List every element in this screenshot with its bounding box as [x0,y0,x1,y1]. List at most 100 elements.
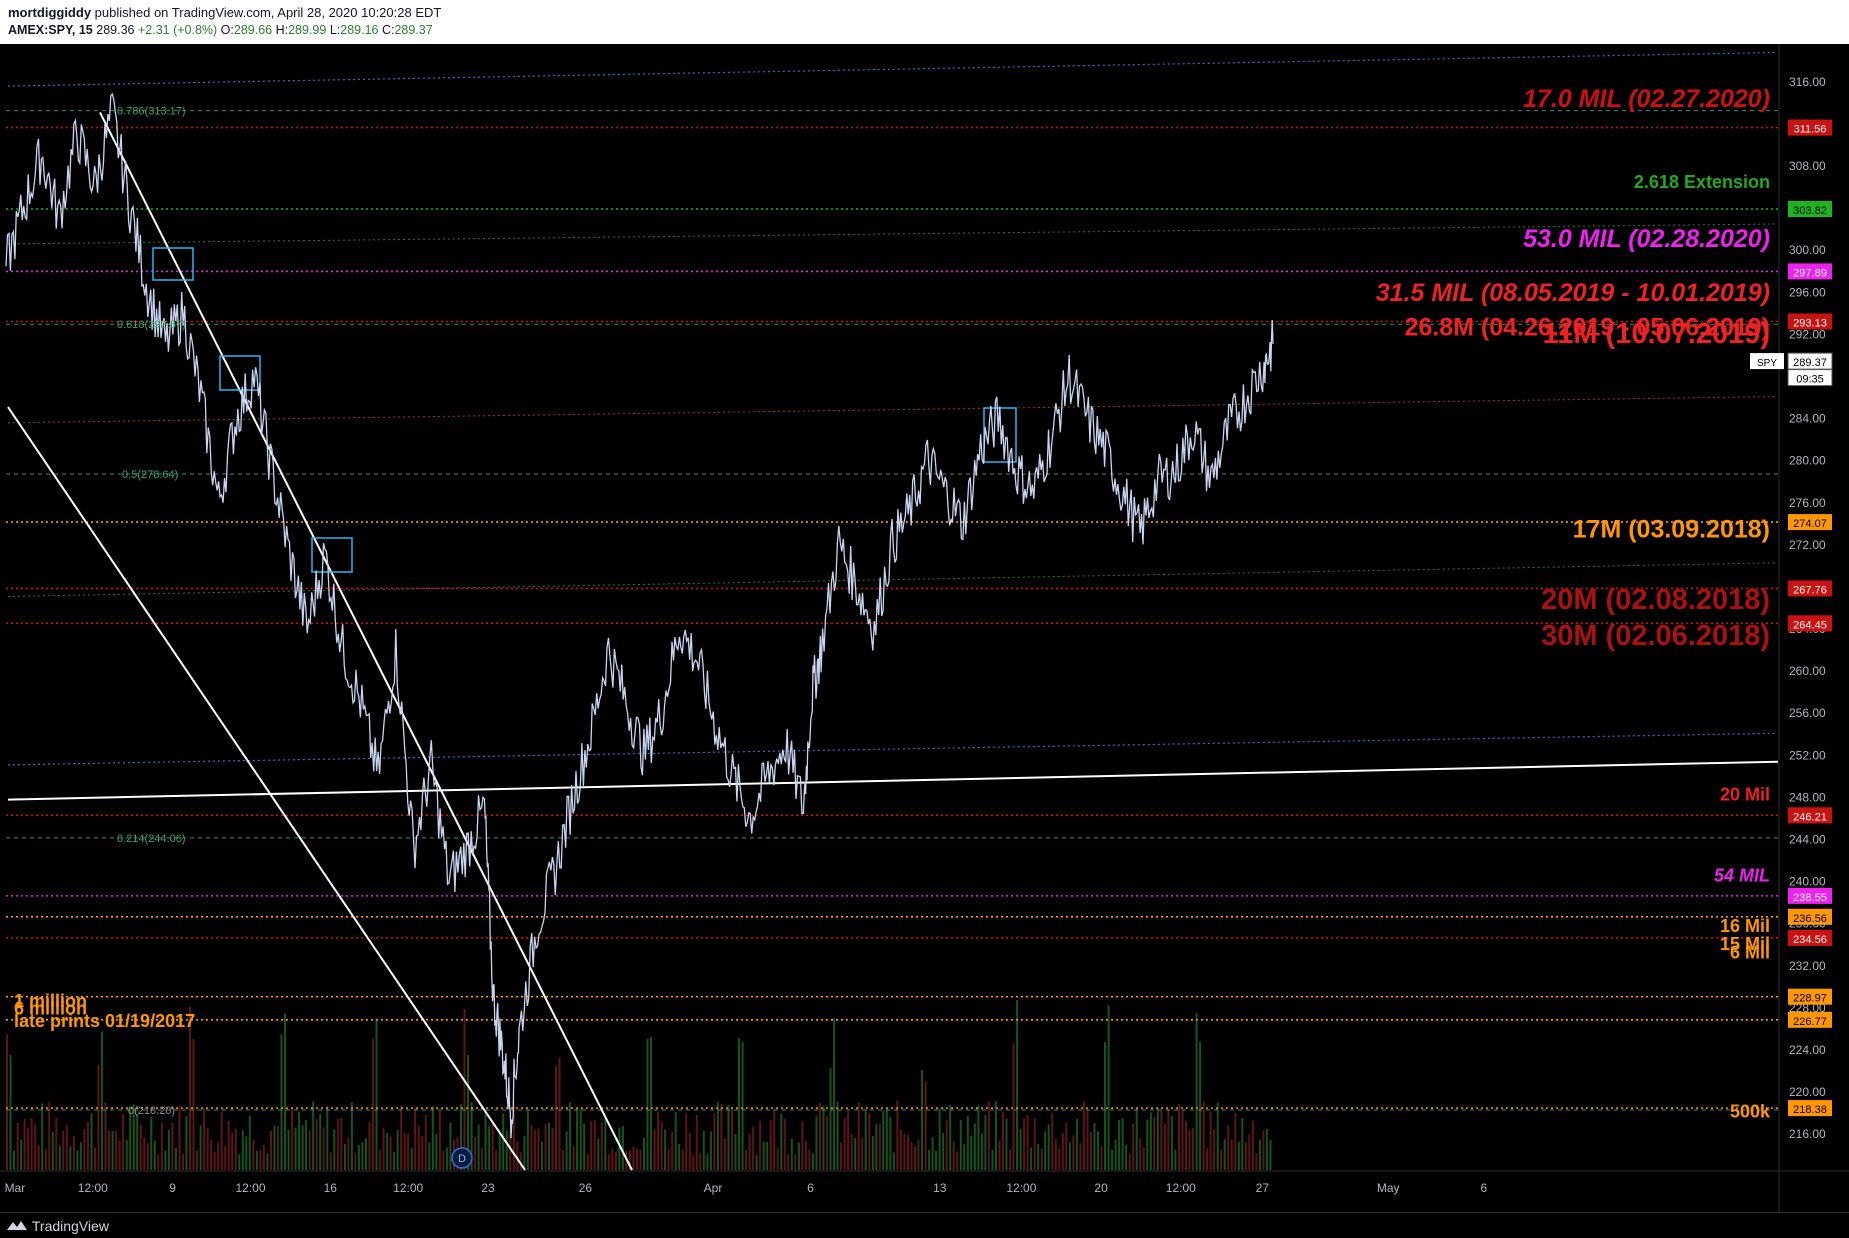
volume-bar [182,1153,184,1170]
volume-bar [621,1126,624,1170]
volume-bar [199,1125,202,1170]
volume-bar [393,1151,396,1170]
volume-bar [1192,1128,1194,1170]
low-label: L: [329,23,341,37]
tradingview-logo[interactable]: TradingView [6,1217,109,1235]
volume-bar [287,1129,290,1170]
volume-bar [16,1122,19,1170]
volume-bar [160,1122,163,1170]
volume-bar [657,1112,660,1170]
volume-bar [1005,1118,1008,1170]
fib-label: 0.214(244.06) [117,833,186,845]
volume-bar [1082,1101,1085,1170]
price-change: +2.31 (+0.8%) [137,23,218,37]
price-label: 246.21 [1793,811,1827,823]
volume-bar [252,1140,255,1170]
volume-bar [231,1132,234,1170]
volume-bar [734,1133,737,1170]
volume-bar [108,1130,111,1170]
volume-bar [907,1135,909,1170]
volume-bar [329,1152,332,1170]
volume-bar [773,1108,776,1170]
volume-bar [270,1130,272,1170]
price-label: 267.76 [1793,585,1827,597]
volume-bar [48,1102,51,1170]
y-tick-label: 216.00 [1789,1127,1826,1141]
price-chart[interactable]: 17.0 MIL (02.27.2020) 2.618 Extension 53.0… [0,44,1849,1212]
volume-bar [248,1115,251,1170]
volume-bar [544,1123,547,1170]
volume-bar [1258,1140,1261,1170]
volume-bar [562,1150,565,1170]
volume-bar [548,1122,550,1170]
volume-bar [185,1116,188,1170]
dividend-marker-letter: D [458,1153,466,1165]
chart-annotation: 54 MIL [1714,866,1770,886]
volume-bar [111,1130,114,1170]
volume-bar [58,1145,61,1170]
volume-bar [1019,1129,1022,1170]
close-label: C: [381,23,395,37]
volume-bar [762,1141,765,1170]
chart-annotation: 53.0 MIL (02.28.2020) [1523,225,1770,253]
volume-bar [674,1112,677,1170]
volume-bar [1075,1118,1078,1170]
volume-bar [688,1133,691,1170]
author-name[interactable]: mortdiggiddy [8,5,91,20]
volume-bar [259,1150,262,1170]
volume-bar [20,1139,23,1170]
volume-bar [227,1120,230,1170]
volume-bar [555,1065,557,1170]
volume-bar [1167,1108,1170,1170]
volume-bar [738,1037,740,1170]
volume-bar [83,1129,86,1170]
volume-bar [118,1140,121,1170]
volume-bar [298,1111,301,1170]
volume-bar [90,1113,93,1170]
volume-bar [189,1006,191,1170]
volume-bar [526,1110,529,1170]
volume-bar [27,1127,30,1170]
volume-bar [196,1150,198,1170]
chart-annotation: 30M (02.06.2018) [1541,620,1770,652]
volume-bar [829,1068,832,1170]
volume-bar [593,1120,596,1170]
y-tick-label: 276.00 [1789,496,1826,510]
chart-area[interactable]: 17.0 MIL (02.27.2020) 2.618 Extension 53.0… [0,44,1849,1212]
x-tick-label: 12:00 [1166,1181,1196,1195]
high-value: 289.99 [288,23,327,37]
open-value: 289.66 [233,23,273,37]
x-tick-label: May [1377,1181,1400,1195]
volume-bar [400,1105,403,1170]
symbol-label[interactable]: AMEX:SPY, 15 [8,23,93,37]
fib-label: 0(218.20) [128,1105,175,1117]
volume-bar [174,1148,177,1170]
volume-bar [819,1102,821,1170]
volume-bar [234,1128,237,1170]
volume-bar [1139,1138,1142,1170]
volume-bar [213,1151,216,1170]
volume-bar [431,1106,434,1170]
volume-bar [537,1128,540,1170]
volume-bar [984,1115,987,1170]
volume-bar [963,1144,966,1170]
volume-bar [724,1138,726,1170]
volume-bar [340,1117,343,1170]
x-tick-label: 13 [933,1181,947,1195]
volume-bar [653,1129,656,1170]
volume-bar [192,1039,195,1170]
volume-bar [692,1155,695,1170]
volume-bar [350,1102,353,1170]
volume-bar [755,1154,758,1170]
volume-bar [787,1154,790,1170]
volume-bar [361,1142,364,1170]
volume-bar [305,1120,308,1170]
volume-bar [435,1134,438,1170]
price-label: 274.07 [1793,518,1827,530]
volume-bar [1262,1130,1265,1170]
price-label: 238.55 [1793,892,1827,904]
volume-bar [65,1124,68,1170]
volume-bar [875,1124,878,1170]
volume-bar [790,1138,793,1170]
volume-bar [69,1146,72,1170]
